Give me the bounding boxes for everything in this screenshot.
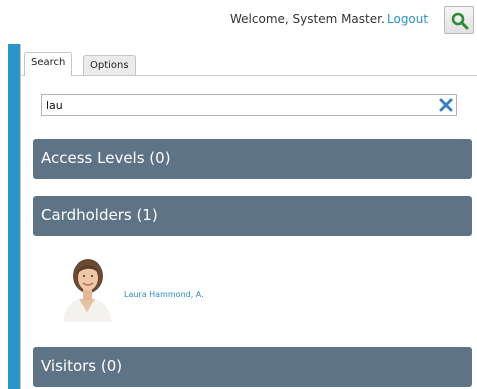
search-field [41,94,457,116]
access-levels-label: Access Levels (0) [41,149,171,167]
tab-strip: Search Options [21,44,477,76]
top-bar: Welcome, System Master. Logout [0,0,477,42]
tab-options[interactable]: Options [83,55,136,75]
cardholder-name[interactable]: Laura Hammond, A. [124,290,204,299]
logout-link[interactable]: Logout [387,12,428,26]
welcome-text: Welcome, System Master. [230,12,385,26]
person-photo [57,254,117,322]
search-panel: Search Options Access Levels (0) Cardhol… [20,44,477,389]
cardholder-item[interactable]: Laura Hammond, A. [57,254,307,324]
access-levels-header[interactable]: Access Levels (0) [33,139,472,179]
tab-divider [21,75,477,76]
visitors-header[interactable]: Visitors (0) [33,347,472,387]
magnifier-icon [451,12,469,30]
search-button[interactable] [444,6,474,34]
cardholders-label: Cardholders (1) [41,206,158,224]
clear-x-icon[interactable] [439,98,453,112]
visitors-label: Visitors (0) [41,357,123,375]
sidebar-accent [8,44,20,389]
search-input[interactable] [44,97,428,113]
cardholders-header[interactable]: Cardholders (1) [33,196,472,236]
tab-search[interactable]: Search [24,52,73,76]
